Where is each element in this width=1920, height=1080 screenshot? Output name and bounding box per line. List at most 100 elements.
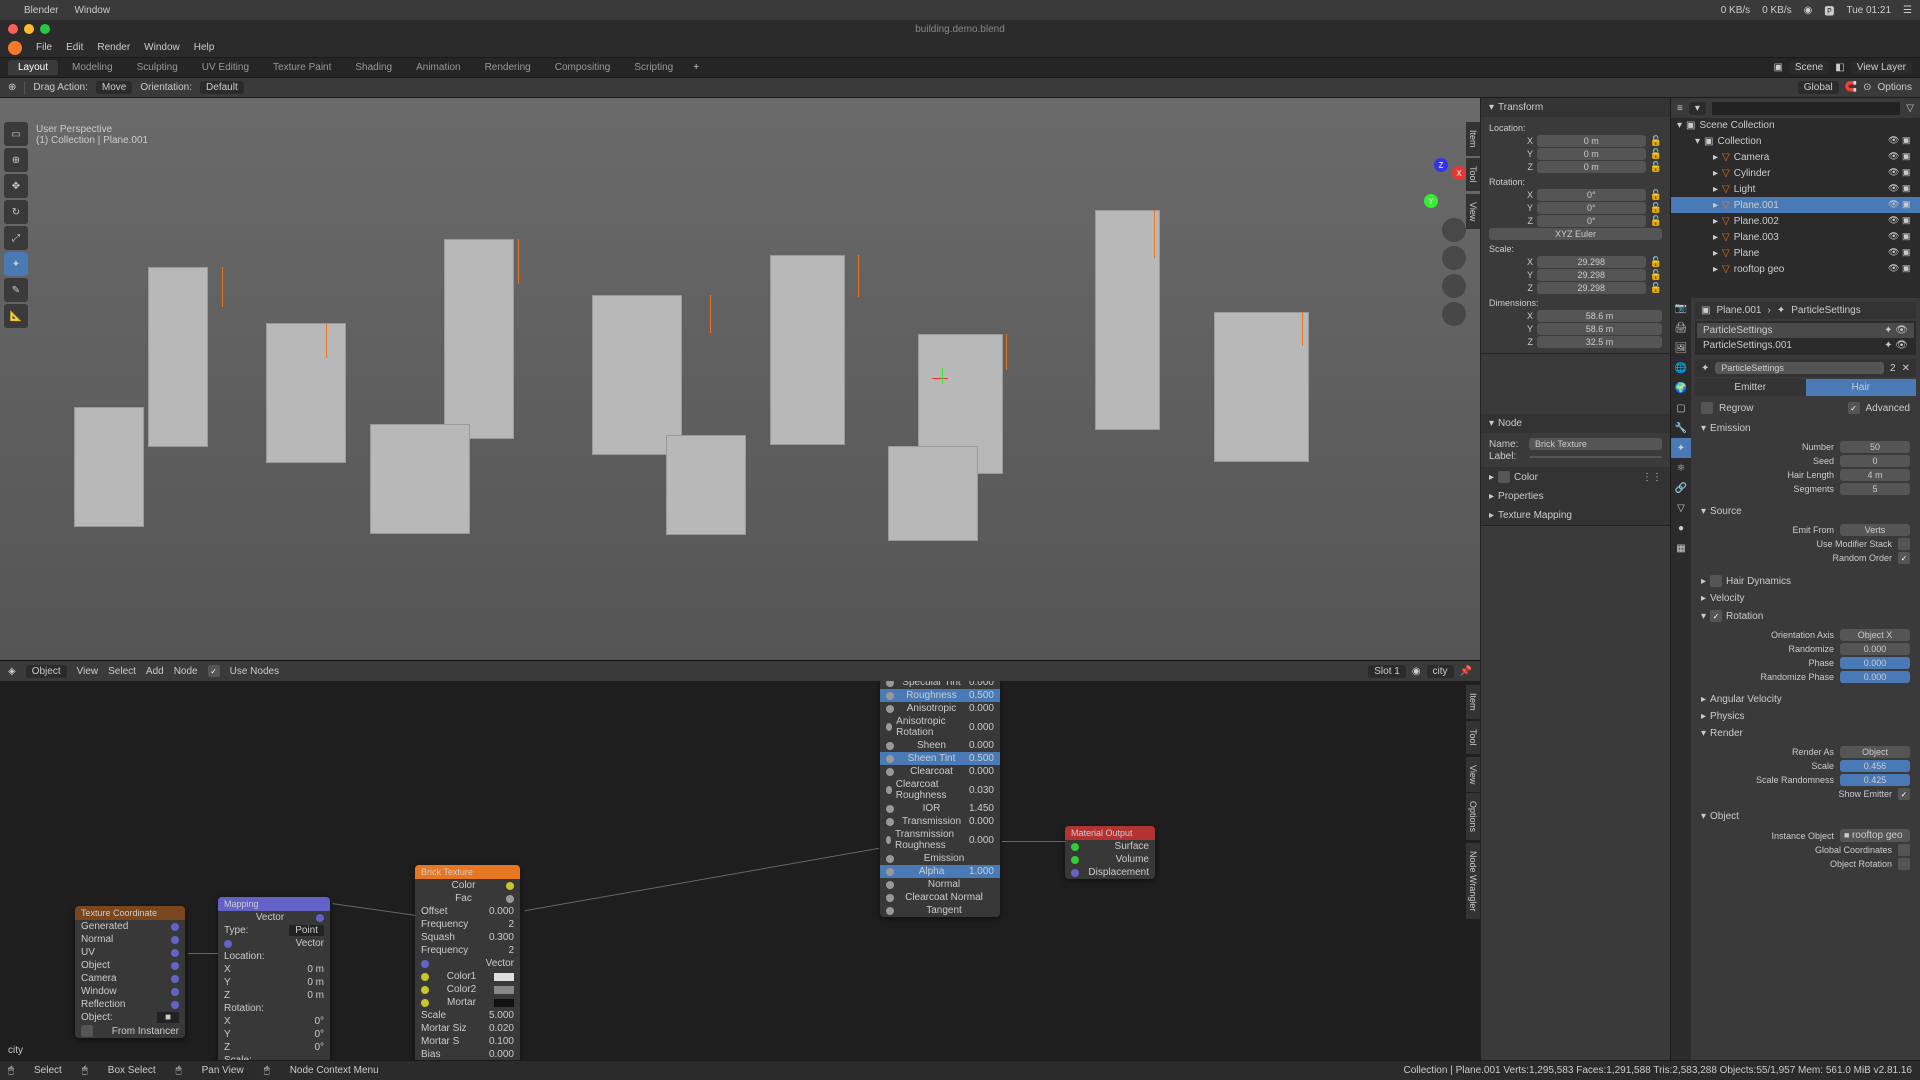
outliner-display[interactable]: ▾ — [1689, 102, 1706, 115]
maximize-icon[interactable] — [40, 24, 50, 34]
render-scale-field[interactable]: 0.456 — [1840, 760, 1910, 772]
orientation-axis-dropdown[interactable]: Object X — [1840, 629, 1910, 641]
rot-z[interactable]: 0° — [1537, 215, 1646, 227]
shader-type[interactable]: Object — [26, 665, 67, 678]
n-tab-view[interactable]: View — [1466, 757, 1480, 792]
velocity-section[interactable]: ▸ Velocity — [1695, 590, 1916, 607]
lock-icon[interactable]: 🔓 — [1650, 283, 1662, 294]
pan-icon[interactable] — [1442, 246, 1466, 270]
node-canvas[interactable]: Texture Coordinate Generated Normal UV O… — [0, 681, 1480, 1060]
pin-icon[interactable]: 📌 — [1460, 666, 1472, 677]
tree-item[interactable]: ▸▽Plane.001👁▣ — [1671, 197, 1920, 213]
slot-dropdown[interactable]: Slot 1 — [1368, 665, 1406, 678]
node-name-field[interactable]: Brick Texture — [1529, 438, 1662, 450]
segments-field[interactable]: 5 — [1840, 483, 1910, 495]
scale-y[interactable]: 29.298 — [1537, 269, 1646, 281]
tab-object[interactable]: ▢ — [1671, 398, 1691, 418]
menu-window[interactable]: Window — [144, 42, 180, 53]
advanced-checkbox[interactable] — [1848, 402, 1860, 414]
scale-rand-field[interactable]: 0.425 — [1840, 774, 1910, 786]
randomize-field[interactable]: 0.000 — [1840, 643, 1910, 655]
tree-item[interactable]: ▸▽Plane👁▣ — [1671, 245, 1920, 261]
tab-viewlayer[interactable]: 🖼 — [1671, 338, 1691, 358]
lock-icon[interactable]: 🔓 — [1650, 216, 1662, 227]
render-object-section[interactable]: ▾ Object — [1695, 808, 1916, 825]
hair-tab[interactable]: Hair — [1806, 379, 1917, 396]
node-editor[interactable]: ◈ Object View Select Add Node Use Nodes … — [0, 660, 1480, 1060]
menubar-icon[interactable]: ◉ — [1804, 5, 1813, 16]
dim-x[interactable]: 58.6 m — [1537, 310, 1662, 322]
outliner-search[interactable] — [1712, 102, 1900, 115]
loc-y[interactable]: 0 m — [1537, 148, 1646, 160]
3d-viewport[interactable]: ⬚ Object Mode View Select Add Object ◐ ⊕… — [0, 98, 1480, 660]
measure-tool[interactable]: 📐 — [4, 304, 28, 328]
n-tab-options[interactable]: Options — [1466, 793, 1480, 840]
editor-type-icon[interactable]: ◈ — [8, 666, 16, 677]
window-menu[interactable]: Window — [74, 5, 110, 16]
tab-world[interactable]: 🌍 — [1671, 378, 1691, 398]
tab-compositing[interactable]: Compositing — [545, 60, 621, 75]
node-material-output[interactable]: Material Output Surface Volume Displacem… — [1065, 826, 1155, 879]
rotation-section[interactable]: ▾ Rotation — [1695, 607, 1916, 625]
zoom-icon[interactable] — [1442, 218, 1466, 242]
transform-panel-header[interactable]: ▾ Transform — [1481, 98, 1670, 117]
blender-icon[interactable] — [8, 41, 22, 55]
tab-layout[interactable]: Layout — [8, 60, 58, 75]
tab-physics[interactable]: ⚛ — [1671, 458, 1691, 478]
menu-view[interactable]: View — [77, 666, 99, 677]
tree-item[interactable]: ▸▽Cylinder👁▣ — [1671, 165, 1920, 181]
loc-z[interactable]: 0 m — [1537, 161, 1646, 173]
lock-icon[interactable]: 🔓 — [1650, 190, 1662, 201]
node-label-field[interactable] — [1529, 456, 1662, 458]
tab-modifiers[interactable]: 🔧 — [1671, 418, 1691, 438]
tree-scene-collection[interactable]: ▾▣Scene Collection — [1671, 118, 1920, 133]
tab-render[interactable]: 📷 — [1671, 298, 1691, 318]
move-tool[interactable]: ✥ — [4, 174, 28, 198]
axis-y-icon[interactable]: Y — [1424, 194, 1438, 208]
n-tab-view[interactable]: View — [1466, 194, 1480, 229]
tab-scripting[interactable]: Scripting — [624, 60, 683, 75]
tree-collection[interactable]: ▾▣Collection👁▣ — [1671, 133, 1920, 149]
material-dropdown[interactable]: city — [1427, 665, 1454, 678]
tab-rendering[interactable]: Rendering — [475, 60, 541, 75]
add-workspace-icon[interactable]: + — [687, 62, 705, 73]
annotate-tool[interactable]: ✎ — [4, 278, 28, 302]
n-tab-node-wrangler[interactable]: Node Wrangler — [1466, 843, 1480, 919]
tab-material[interactable]: ● — [1671, 518, 1691, 538]
n-tab-item[interactable]: Item — [1466, 122, 1480, 156]
node-panel-header[interactable]: ▾ Node — [1481, 414, 1670, 433]
n-tab-item[interactable]: Item — [1466, 685, 1480, 719]
tree-item[interactable]: ▸▽rooftop geo👁▣ — [1671, 261, 1920, 277]
options-dropdown[interactable]: Options — [1878, 82, 1912, 93]
use-nodes-checkbox[interactable] — [208, 665, 220, 677]
menubar-icon[interactable]: ☰ — [1903, 5, 1912, 16]
axis-z-icon[interactable]: Z — [1434, 158, 1448, 172]
phase-field[interactable]: 0.000 — [1840, 657, 1910, 669]
list-item[interactable]: ParticleSettings.001✦ 👁 — [1697, 338, 1914, 353]
regrow-checkbox[interactable] — [1701, 402, 1713, 414]
transform-orientation[interactable]: Global — [1798, 81, 1839, 94]
tab-constraints[interactable]: 🔗 — [1671, 478, 1691, 498]
render-section[interactable]: ▾ Render — [1695, 725, 1916, 742]
hair-dynamics-section[interactable]: ▸ Hair Dynamics — [1695, 572, 1916, 590]
emit-from-dropdown[interactable]: Verts — [1840, 524, 1910, 536]
show-emitter-checkbox[interactable] — [1898, 788, 1910, 800]
list-item[interactable]: ParticleSettings✦ 👁 — [1697, 323, 1914, 338]
rot-x[interactable]: 0° — [1537, 189, 1646, 201]
proportional-icon[interactable]: ⊙ — [1863, 82, 1871, 93]
tab-particles[interactable]: ✦ — [1671, 438, 1691, 458]
scale-tool[interactable]: ⤢ — [4, 226, 28, 250]
loc-x[interactable]: 0 m — [1537, 135, 1646, 147]
angular-velocity-section[interactable]: ▸ Angular Velocity — [1695, 691, 1916, 708]
dim-y[interactable]: 58.6 m — [1537, 323, 1662, 335]
randomize-phase-field[interactable]: 0.000 — [1840, 671, 1910, 683]
close-icon[interactable] — [8, 24, 18, 34]
tab-texture[interactable]: ▦ — [1671, 538, 1691, 558]
tree-item[interactable]: ▸▽Plane.002👁▣ — [1671, 213, 1920, 229]
viewlayer-dropdown[interactable]: View Layer — [1851, 61, 1912, 74]
tab-animation[interactable]: Animation — [406, 60, 470, 75]
seed-field[interactable]: 0 — [1840, 455, 1910, 467]
nav-gizmo[interactable]: X Y Z — [1416, 158, 1466, 208]
tab-scene[interactable]: 🌐 — [1671, 358, 1691, 378]
menu-edit[interactable]: Edit — [66, 42, 83, 53]
